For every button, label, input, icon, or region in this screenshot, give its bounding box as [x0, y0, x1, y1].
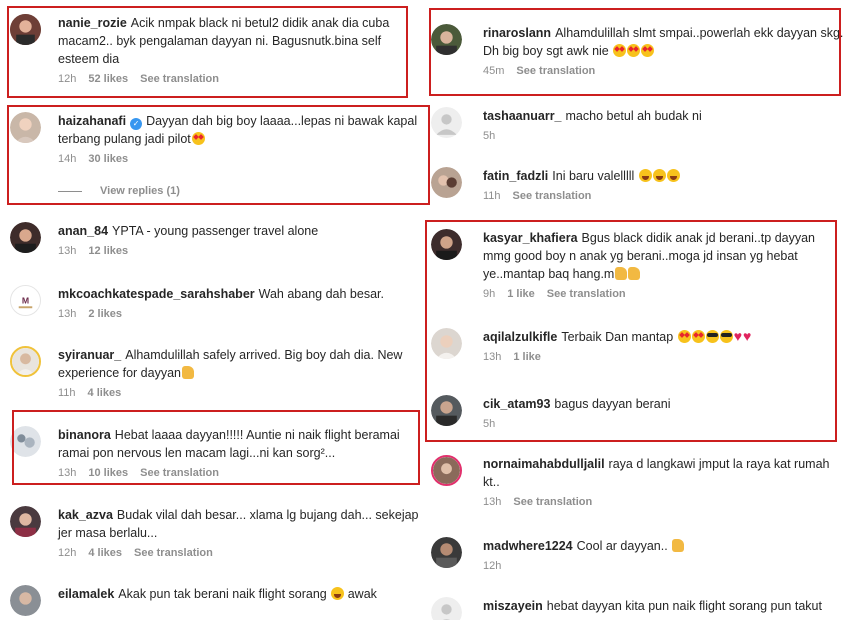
comment-text: YPTA - young passenger travel alone: [112, 224, 319, 238]
comment-text: Ini baru valelllll: [552, 169, 635, 183]
comment-username[interactable]: eilamalek: [58, 587, 114, 601]
laughing-emoji-icon: [652, 169, 666, 182]
see-translation-link[interactable]: See translation: [513, 496, 592, 508]
see-translation-link[interactable]: See translation: [513, 190, 592, 202]
comments-column-left: nanie_rozie Acik nmpak black ni betul2 di…: [0, 0, 430, 620]
comment-username[interactable]: miszayein: [483, 599, 543, 613]
comment-username[interactable]: syiranuar_: [58, 348, 121, 362]
comment-username[interactable]: tashaanuarr_: [483, 109, 562, 123]
comment-time: 12h: [58, 547, 77, 559]
comment-text: Cool ar dayyan..: [576, 539, 668, 553]
avatar[interactable]: [431, 537, 462, 568]
comment-username[interactable]: nornaimahabdulljalil: [483, 457, 605, 471]
comment-text: hebat dayyan kita pun naik flight sorang…: [546, 599, 822, 613]
laughing-emoji-icon: [666, 169, 680, 182]
comment-time: 12h: [483, 560, 502, 572]
comment-time: 13h: [58, 308, 77, 320]
comment-likes[interactable]: 12 likes: [88, 245, 128, 257]
comment-time: 11h: [483, 190, 501, 202]
comment-time: 5h: [483, 130, 496, 142]
avatar[interactable]: [431, 167, 462, 198]
comment-likes[interactable]: 4 likes: [88, 387, 122, 399]
see-translation-link[interactable]: See translation: [134, 547, 213, 559]
comment-text-continued: awak: [347, 587, 377, 601]
comment-text: macho betul ah budak ni: [565, 109, 702, 123]
svg-text:M: M: [22, 295, 29, 305]
highlight-box: [425, 220, 837, 442]
comment-username[interactable]: anan_84: [58, 224, 108, 238]
avatar[interactable]: [10, 506, 41, 537]
comment-username[interactable]: mkcoachkatespade_sarahshaber: [58, 287, 255, 301]
comments-column-right: rinaroslann Alhamdulillah slmt smpai..pow…: [425, 0, 850, 620]
highlight-box: [12, 410, 420, 485]
avatar[interactable]: M: [10, 285, 41, 316]
highlight-box: [7, 105, 430, 205]
avatar[interactable]: [10, 222, 41, 253]
comment-time: 13h: [483, 496, 502, 508]
comment-time: 11h: [58, 387, 76, 399]
comment-username[interactable]: kak_azva: [58, 508, 113, 522]
avatar[interactable]: [431, 107, 462, 138]
laughing-emoji-icon: [331, 587, 345, 600]
highlight-box: [7, 6, 408, 98]
comment-likes[interactable]: 2 likes: [88, 308, 122, 320]
comment-username[interactable]: madwhere1224: [483, 539, 573, 553]
clapping-emoji-icon: [672, 539, 685, 552]
comment-text: Wah abang dah besar.: [258, 287, 384, 301]
avatar[interactable]: [431, 597, 462, 620]
avatar[interactable]: [10, 585, 41, 616]
comment-text: Akak pun tak berani naik flight sorang: [118, 587, 327, 601]
avatar[interactable]: [431, 455, 462, 486]
comment-username[interactable]: fatin_fadzli: [483, 169, 548, 183]
thumbs-up-emoji-icon: [182, 366, 194, 379]
laughing-emoji-icon: [638, 169, 652, 182]
comment-time: 13h: [58, 245, 77, 257]
avatar[interactable]: [10, 346, 41, 377]
comment-likes[interactable]: 4 likes: [88, 547, 122, 559]
highlight-box: [429, 8, 841, 96]
